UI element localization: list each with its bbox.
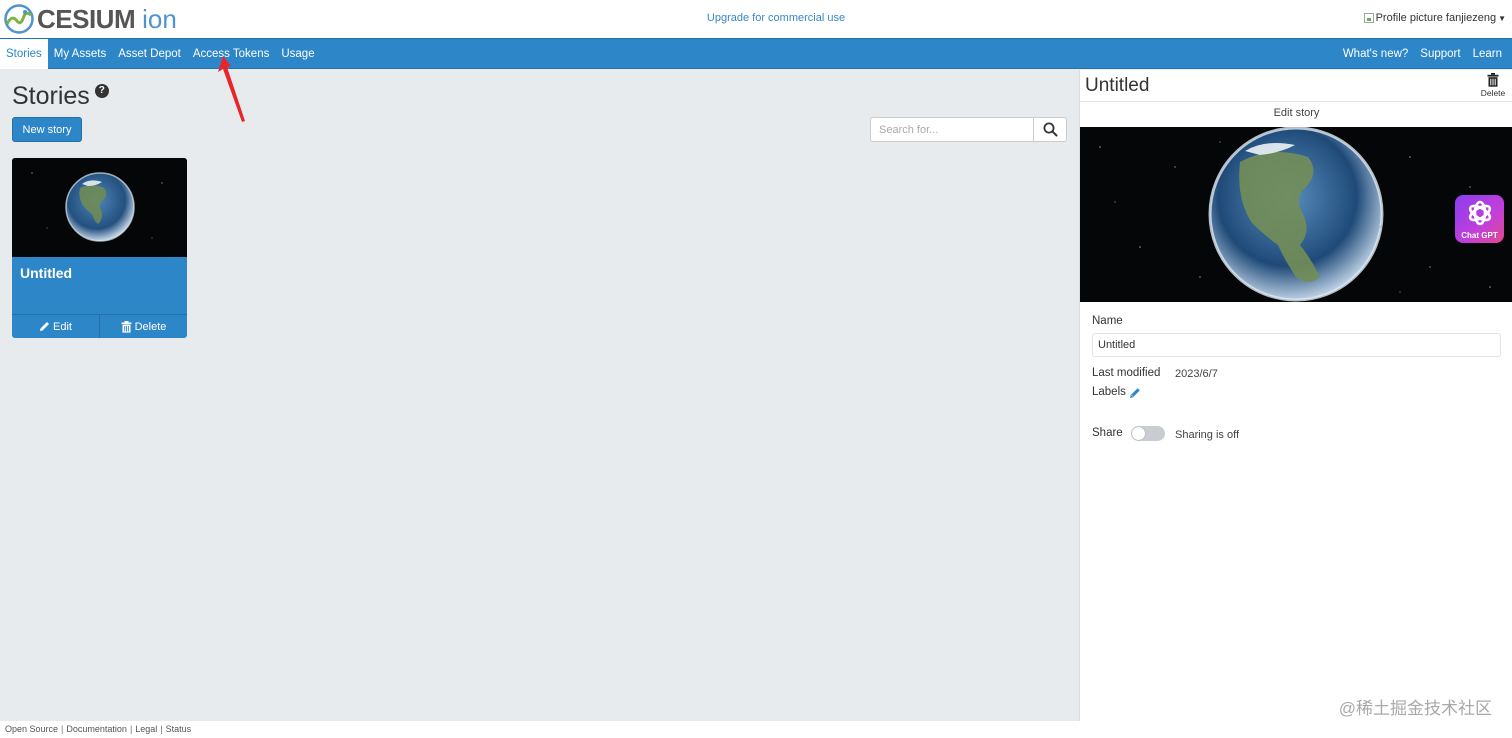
nav-whats-new[interactable]: What's new? [1337, 39, 1414, 69]
footer-link-status[interactable]: Status [166, 724, 192, 734]
nav-usage[interactable]: Usage [275, 39, 320, 69]
edit-story-link[interactable]: Edit story [1080, 107, 1512, 119]
nav-my-assets[interactable]: My Assets [48, 39, 112, 69]
pencil-icon [40, 322, 50, 331]
footer-separator: | [129, 724, 133, 734]
page-title-text: Stories [12, 82, 90, 110]
story-detail-panel: Untitled Delete Edit story Chat GPT Name… [1079, 70, 1512, 721]
footer-link-legal[interactable]: Legal [135, 724, 157, 734]
upgrade-link: Upgrade for commercial use [0, 12, 1512, 24]
profile-picture-icon [1363, 13, 1374, 23]
panel-title: Untitled [1085, 75, 1150, 96]
name-label: Name [1092, 315, 1123, 327]
share-toggle-knob [1132, 427, 1145, 440]
new-story-button[interactable]: New story [12, 117, 82, 142]
page-title: Stories ? [12, 82, 109, 111]
search-icon [1043, 122, 1057, 137]
top-header: CESIUM ion Upgrade for commercial use Pr… [0, 0, 1512, 38]
story-card-title: Untitled [20, 265, 73, 281]
edit-label: Edit [53, 320, 72, 333]
last-modified-label: Last modified [1092, 367, 1161, 379]
trash-icon [121, 320, 132, 333]
delete-label: Delete [134, 320, 167, 333]
panel-delete-button[interactable]: Delete [1478, 73, 1508, 98]
story-card-actions: Edit Delete [12, 314, 187, 338]
footer: Open Source | Documentation | Legal | St… [0, 721, 1512, 738]
labels-label: Labels [1092, 386, 1126, 398]
story-preview-image: Chat GPT [1080, 127, 1512, 302]
chatgpt-label: Chat GPT [1461, 231, 1498, 240]
chatgpt-logo-icon [1468, 200, 1491, 226]
delete-story-button[interactable]: Delete [99, 315, 187, 338]
nav-asset-depot[interactable]: Asset Depot [112, 39, 187, 69]
profile-menu[interactable]: Profile picture fanjiezeng ▼ [1363, 12, 1506, 24]
trash-icon [1487, 73, 1499, 87]
chatgpt-floating-button[interactable]: Chat GPT [1455, 195, 1504, 243]
panel-divider [1080, 101, 1512, 102]
nav-support[interactable]: Support [1414, 39, 1466, 69]
search-box [870, 117, 1067, 142]
footer-links: Open Source | Documentation | Legal | St… [5, 724, 191, 734]
stories-main: Stories ? New story Search for... Untitl… [0, 70, 1079, 721]
last-modified-value: 2023/6/7 [1175, 368, 1218, 380]
name-input[interactable] [1092, 333, 1501, 357]
nav-stories[interactable]: Stories [0, 39, 48, 69]
footer-link-documentation[interactable]: Documentation [66, 724, 127, 734]
search-button[interactable] [1034, 117, 1067, 142]
story-card[interactable]: Untitled Edit Delete [12, 158, 187, 338]
nav-learn[interactable]: Learn [1467, 39, 1508, 69]
footer-separator: | [61, 724, 64, 734]
caret-down-icon: ▼ [1498, 13, 1506, 23]
story-thumbnail [12, 158, 187, 257]
globe-preview-image [1099, 127, 1491, 302]
watermark: @稀土掘金技术社区 [1338, 699, 1492, 718]
profile-picture-alt: Profile picture [1375, 12, 1443, 24]
share-toggle[interactable] [1131, 426, 1165, 441]
nav-left: Stories My Assets Asset Depot Access Tok… [0, 39, 321, 69]
share-status: Sharing is off [1175, 429, 1240, 441]
search-input[interactable] [870, 117, 1034, 142]
help-icon[interactable]: ? [94, 83, 109, 98]
edit-labels-pencil-icon[interactable] [1129, 387, 1141, 399]
share-label: Share [1092, 427, 1123, 439]
panel-delete-label: Delete [1480, 88, 1506, 98]
edit-story-button[interactable]: Edit [12, 315, 99, 338]
footer-separator: | [160, 724, 163, 734]
globe-thumbnail-image [31, 172, 163, 242]
username: fanjiezeng [1445, 12, 1497, 24]
upgrade-link-text[interactable]: Upgrade for commercial use [707, 12, 845, 24]
footer-link-open-source[interactable]: Open Source [5, 724, 58, 734]
nav-right: What's new? Support Learn [1337, 39, 1508, 69]
